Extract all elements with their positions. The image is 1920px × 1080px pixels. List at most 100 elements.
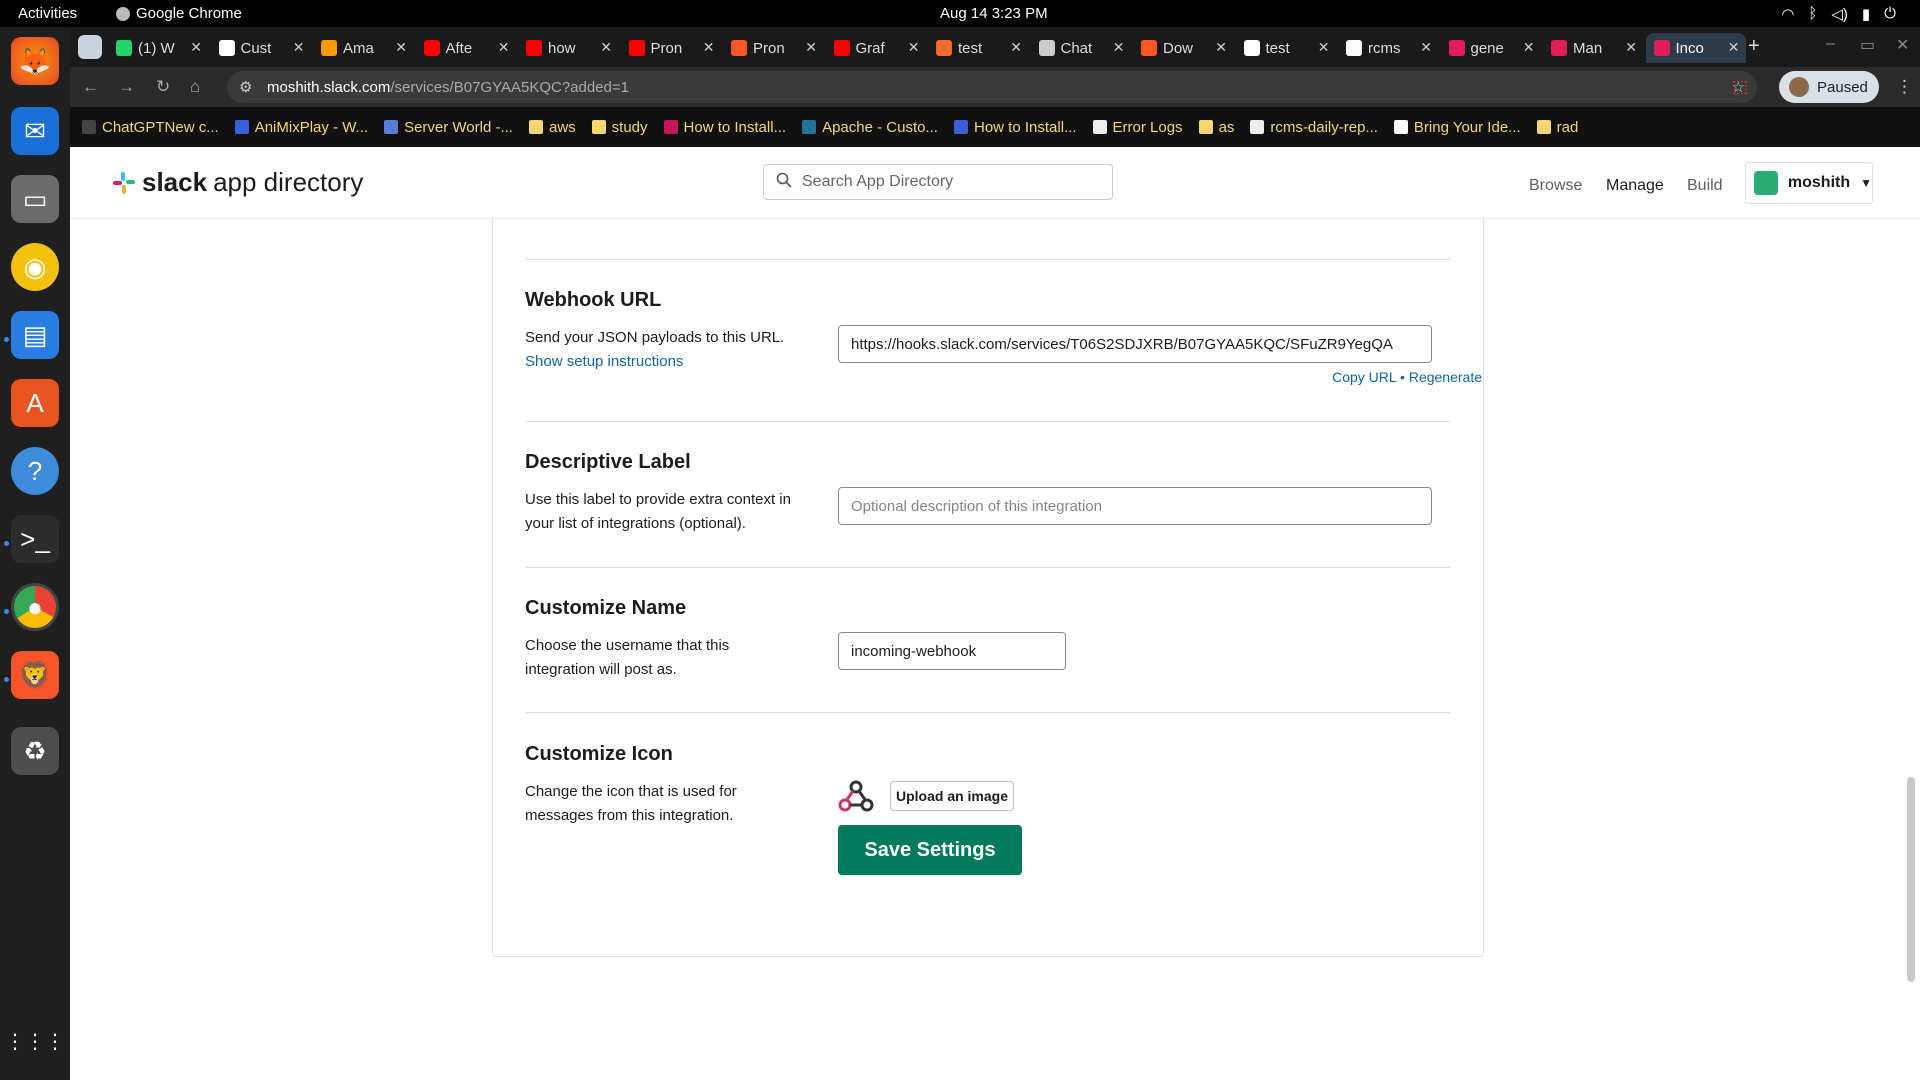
clock[interactable]: Aug 14 3:23 PM xyxy=(940,5,1048,22)
tab-close-icon[interactable]: ✕ xyxy=(600,39,612,56)
browser-tab[interactable]: Ama ✕ xyxy=(313,33,413,63)
browser-tab[interactable]: test ✕ xyxy=(928,33,1028,63)
bookmark-item[interactable]: study xyxy=(591,119,648,136)
browser-tab[interactable]: Pron ✕ xyxy=(621,33,721,63)
browser-tab[interactable]: how ✕ xyxy=(518,33,618,63)
webhook-url-field[interactable]: https://hooks.slack.com/services/T06S2SD… xyxy=(838,325,1432,363)
browser-tab[interactable]: Afte ✕ xyxy=(416,33,516,63)
browser-tab[interactable]: (1) W ✕ xyxy=(108,33,208,63)
tab-close-icon[interactable]: ✕ xyxy=(395,39,407,56)
thunderbird-icon[interactable]: ✉ xyxy=(11,107,59,155)
browser-tab[interactable]: Graf ✕ xyxy=(826,33,926,63)
files-icon[interactable]: ▭ xyxy=(11,175,59,223)
search-input[interactable]: Search App Directory xyxy=(763,164,1113,200)
bookmark-item[interactable]: Bring Your Ide... xyxy=(1393,119,1521,136)
profile-button[interactable]: Paused xyxy=(1779,71,1879,103)
tab-close-icon[interactable]: ✕ xyxy=(1318,39,1330,56)
bookmark-item[interactable]: as xyxy=(1198,119,1234,136)
activities-button[interactable]: Activities xyxy=(18,5,77,22)
bookmark-item[interactable]: rcms-daily-rep... xyxy=(1250,119,1378,136)
icon-title: Customize Icon xyxy=(525,743,673,765)
tab-close-icon[interactable]: ✕ xyxy=(1728,39,1740,56)
tab-close-icon[interactable]: ✕ xyxy=(190,39,202,56)
setup-instructions-link[interactable]: Show setup instructions xyxy=(525,350,815,374)
minimize-button[interactable]: – xyxy=(1826,35,1835,53)
chrome-icon[interactable]: ● xyxy=(11,583,59,631)
tab-close-icon[interactable]: ✕ xyxy=(908,39,920,56)
copy-url-link[interactable]: Copy URL xyxy=(1332,369,1396,385)
tab-label: rcms xyxy=(1368,39,1401,57)
rhythmbox-icon[interactable]: ◉ xyxy=(11,243,59,291)
separator: • xyxy=(1400,369,1405,385)
terminal-icon[interactable]: >_ xyxy=(11,515,59,563)
extensions-icon[interactable]: ⬚ xyxy=(1732,77,1748,97)
nav-build[interactable]: Build xyxy=(1687,177,1723,195)
regenerate-link[interactable]: Regenerate xyxy=(1409,369,1482,385)
maximize-button[interactable]: ▭ xyxy=(1860,35,1875,55)
url-input[interactable]: ⚙ moshith.slack.com /services/B07GYAA5KQ… xyxy=(227,71,1757,103)
tab-close-icon[interactable]: ✕ xyxy=(1113,39,1125,56)
app-center-icon[interactable]: A xyxy=(11,379,59,427)
tab-search-icon[interactable] xyxy=(78,35,102,59)
system-tray[interactable]: ◠ ᛒ ◁) ▮ ⏻ xyxy=(1781,5,1896,23)
bookmark-item[interactable]: aws xyxy=(528,119,576,136)
descriptive-label-input[interactable]: Optional description of this integration xyxy=(838,487,1432,525)
show-apps-icon[interactable]: ⋮⋮⋮ xyxy=(5,1017,65,1065)
bookmark-item[interactable]: ChatGPTNew c... xyxy=(82,119,219,136)
home-button[interactable]: ⌂ xyxy=(190,77,200,97)
slack-logo[interactable]: slack app directory xyxy=(112,167,363,198)
bluetooth-icon: ᛒ xyxy=(1808,5,1818,22)
upload-image-button[interactable]: Upload an image xyxy=(890,781,1014,811)
bookmark-icon xyxy=(384,120,399,134)
tab-label: Ama xyxy=(343,39,374,57)
tab-close-icon[interactable]: ✕ xyxy=(293,39,305,56)
bookmark-icon xyxy=(802,120,817,134)
page-scrollbar[interactable] xyxy=(1907,777,1915,982)
help-icon[interactable]: ? xyxy=(11,447,59,495)
app-menu[interactable]: Google Chrome xyxy=(116,5,242,22)
username-input[interactable]: incoming-webhook xyxy=(838,632,1066,670)
wifi-icon: ◠ xyxy=(1781,6,1795,23)
trash-icon[interactable]: ♻ xyxy=(11,727,59,775)
divider xyxy=(525,259,1451,260)
bookmark-item[interactable]: Error Logs xyxy=(1092,119,1183,136)
bookmark-item[interactable]: How to Install... xyxy=(953,119,1077,136)
site-info-icon[interactable]: ⚙ xyxy=(239,78,252,96)
browser-tab[interactable]: rcms ✕ xyxy=(1338,33,1438,63)
nav-browse[interactable]: Browse xyxy=(1529,177,1582,195)
browser-tab[interactable]: Chat ✕ xyxy=(1031,33,1131,63)
menu-icon[interactable]: ⋮ xyxy=(1896,77,1913,97)
nav-manage[interactable]: Manage xyxy=(1606,177,1664,195)
browser-tab[interactable]: test ✕ xyxy=(1236,33,1336,63)
divider xyxy=(525,421,1451,422)
tab-close-icon[interactable]: ✕ xyxy=(1523,39,1535,56)
workspace-switcher[interactable]: moshith ▼ xyxy=(1745,162,1873,204)
bookmark-item[interactable]: AniMixPlay - W... xyxy=(234,119,368,136)
save-settings-button[interactable]: Save Settings xyxy=(838,825,1022,875)
tab-close-icon[interactable]: ✕ xyxy=(1420,39,1432,56)
bookmark-item[interactable]: How to Install... xyxy=(663,119,786,136)
bookmark-item[interactable]: Apache - Custo... xyxy=(802,119,938,136)
tab-close-icon[interactable]: ✕ xyxy=(805,39,817,56)
browser-tab[interactable]: Cust ✕ xyxy=(211,33,311,63)
tab-close-icon[interactable]: ✕ xyxy=(1625,39,1637,56)
brave-icon[interactable]: 🦁 xyxy=(11,651,59,699)
firefox-icon[interactable]: 🦊 xyxy=(11,37,59,85)
new-tab-button[interactable]: + xyxy=(1748,35,1760,58)
browser-tab[interactable]: Pron ✕ xyxy=(723,33,823,63)
forward-button[interactable]: → xyxy=(118,77,135,97)
close-window-button[interactable]: ✕ xyxy=(1896,35,1909,55)
tab-close-icon[interactable]: ✕ xyxy=(498,39,510,56)
browser-tab[interactable]: Man ✕ xyxy=(1543,33,1643,63)
tab-close-icon[interactable]: ✕ xyxy=(1010,39,1022,56)
browser-tab[interactable]: Inco ✕ xyxy=(1645,33,1746,63)
bookmark-item[interactable]: Server World -... xyxy=(384,119,513,136)
bookmark-item[interactable]: rad xyxy=(1536,119,1578,136)
browser-tab[interactable]: Dow ✕ xyxy=(1133,33,1233,63)
writer-icon[interactable]: ▤ xyxy=(11,311,59,359)
tab-close-icon[interactable]: ✕ xyxy=(703,39,715,56)
tab-close-icon[interactable]: ✕ xyxy=(1215,39,1227,56)
reload-button[interactable]: ↻ xyxy=(156,77,170,97)
back-button[interactable]: ← xyxy=(82,77,99,97)
browser-tab[interactable]: gene ✕ xyxy=(1441,33,1541,63)
